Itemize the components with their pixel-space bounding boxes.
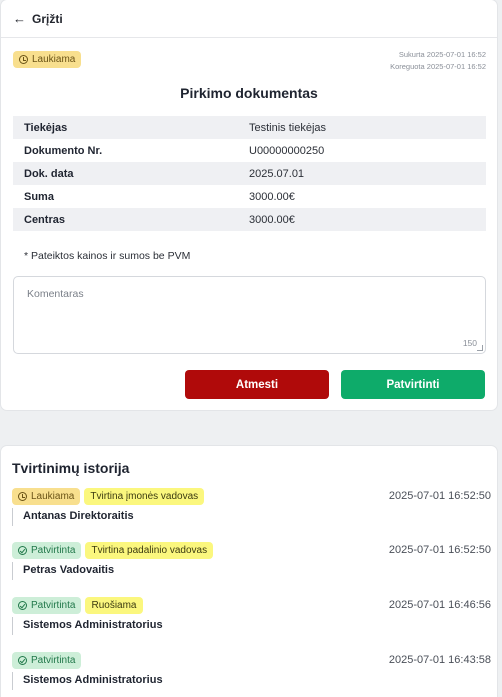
info-value: 3000.00€: [249, 213, 295, 226]
info-value: 2025.07.01: [249, 167, 305, 180]
document-title: Pirkimo dokumentas: [180, 85, 318, 101]
step-badge: Tvirtina padalinio vadovas: [85, 542, 214, 559]
document-meta: Sukurta 2025-07-01 16:52 Koreguota 2025-…: [390, 49, 486, 73]
history-title: Tvirtinimų istorija: [12, 460, 130, 476]
info-label: Tiekėjas: [24, 121, 68, 134]
back-button[interactable]: ← Grįžti: [1, 0, 497, 38]
status-badge: Laukiama: [12, 488, 81, 505]
info-value: U00000000250: [249, 144, 325, 157]
approve-button[interactable]: Patvirtinti: [341, 370, 485, 399]
entry-timestamp: 2025-07-01 16:52:50: [388, 490, 491, 502]
history-entry: Patvirtinta Tvirtina padalinio vadovas 2…: [12, 542, 491, 586]
resize-grip-icon[interactable]: [477, 345, 483, 351]
comment-field[interactable]: Komentaras 150: [13, 276, 486, 354]
document-card: ← Grįžti Laukiama Sukurta 2025-07-01 16:…: [1, 0, 497, 410]
reject-button[interactable]: Atmesti: [185, 370, 329, 399]
info-value: Testinis tiekėjas: [249, 121, 327, 134]
entry-user: Petras Vadovaitis: [23, 564, 115, 576]
info-label: Dok. data: [24, 167, 74, 180]
document-status-badge: Laukiama: [13, 51, 82, 69]
info-label: Suma: [24, 190, 54, 203]
vat-note: * Pateiktos kainos ir sumos be PVM: [24, 250, 191, 262]
document-info-table: Tiekėjas Testinis tiekėjas Dokumento Nr.…: [13, 116, 486, 231]
back-label: Grįžti: [32, 11, 63, 26]
entry-timestamp: 2025-07-01 16:43:58: [388, 654, 491, 666]
info-row: Centras 3000.00€: [13, 208, 486, 231]
status-badge: Patvirtinta: [12, 542, 82, 559]
entry-user: Sistemos Administratorius: [23, 674, 163, 686]
clock-icon: [19, 55, 28, 64]
timeline-line: [12, 562, 13, 580]
entry-user: Sistemos Administratorius: [23, 619, 163, 631]
info-label: Dokumento Nr.: [24, 144, 103, 157]
entry-user: Antanas Direktoraitis: [23, 510, 134, 522]
info-row: Dok. data 2025.07.01: [13, 162, 486, 185]
comment-placeholder: Komentaras: [27, 288, 84, 300]
info-row: Suma 3000.00€: [13, 185, 486, 208]
info-row: Tiekėjas Testinis tiekėjas: [13, 116, 486, 139]
timeline-line: [12, 672, 13, 690]
status-label: Patvirtinta: [31, 600, 76, 611]
history-entry: Patvirtinta Ruošiama 2025-07-01 16:46:56…: [12, 597, 491, 641]
character-counter: 150: [462, 338, 477, 348]
info-value: 3000.00€: [249, 190, 295, 203]
step-badge: Tvirtina įmonės vadovas: [84, 488, 205, 505]
check-circle-icon: [18, 601, 27, 610]
entry-timestamp: 2025-07-01 16:46:56: [388, 599, 491, 611]
status-badge: Patvirtinta: [12, 597, 82, 614]
info-label: Centras: [24, 213, 65, 226]
timeline-line: [12, 617, 13, 635]
check-circle-icon: [18, 656, 27, 665]
status-badge: Patvirtinta: [12, 652, 82, 669]
info-row: Dokumento Nr. U00000000250: [13, 139, 486, 162]
step-badge: Ruošiama: [85, 597, 143, 614]
created-timestamp: Sukurta 2025-07-01 16:52: [398, 50, 486, 59]
status-label: Laukiama: [32, 54, 76, 65]
timeline-line: [12, 508, 13, 526]
status-label: Patvirtinta: [31, 545, 76, 556]
history-entry: Patvirtinta 2025-07-01 16:43:58 Sistemos…: [12, 652, 491, 696]
history-entry: Laukiama Tvirtina įmonės vadovas 2025-07…: [12, 488, 491, 532]
arrow-left-icon: ←: [13, 11, 26, 26]
edited-timestamp: Koreguota 2025-07-01 16:52: [390, 62, 486, 71]
clock-icon: [18, 492, 27, 501]
status-label: Laukiama: [31, 491, 75, 502]
entry-timestamp: 2025-07-01 16:52:50: [388, 544, 491, 556]
check-circle-icon: [18, 546, 27, 555]
status-label: Patvirtinta: [31, 655, 76, 666]
